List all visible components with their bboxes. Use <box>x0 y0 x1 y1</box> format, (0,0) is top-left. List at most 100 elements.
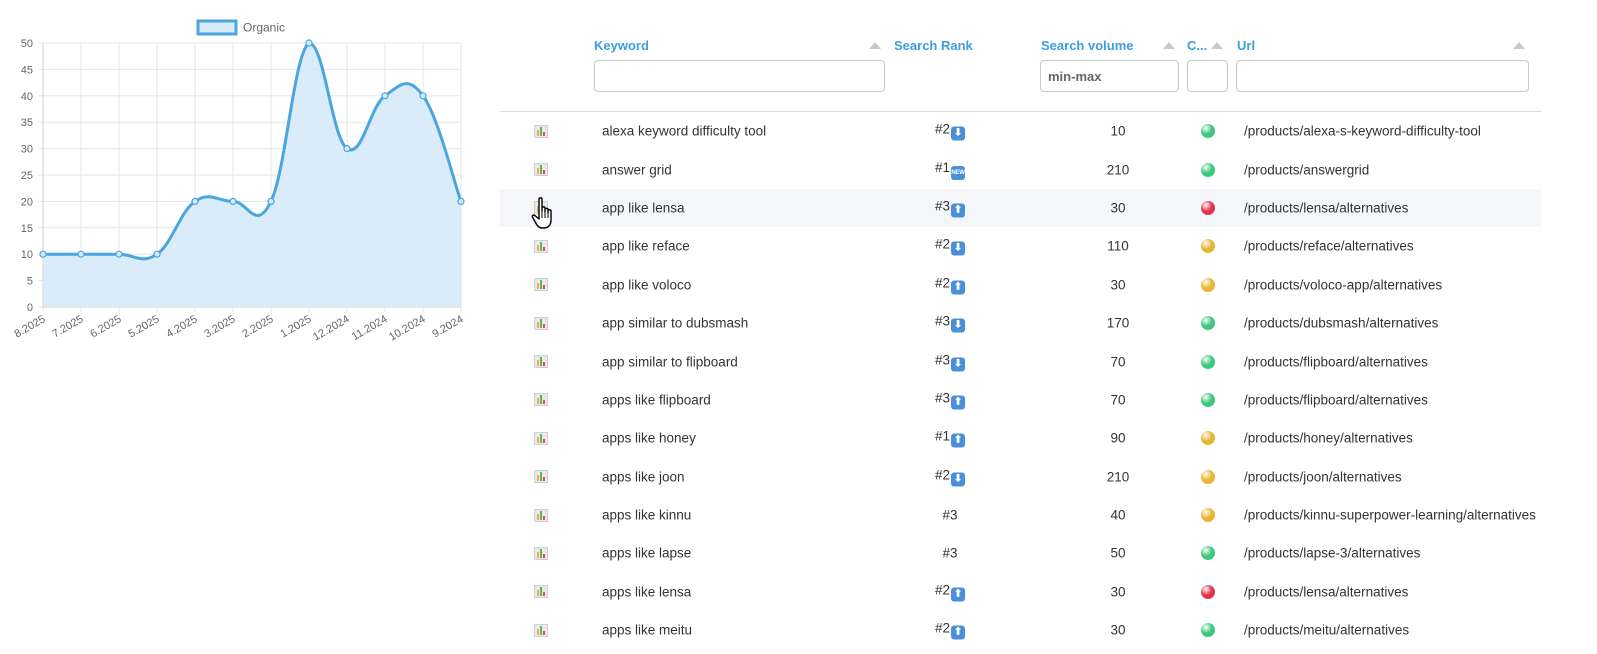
data-point <box>419 92 427 100</box>
data-point <box>343 145 351 153</box>
search-volume-cell: 30 <box>1110 200 1126 216</box>
keyword-cell: app like lensa <box>602 200 685 216</box>
data-point <box>229 197 237 205</box>
url-filter-input[interactable] <box>1236 60 1529 92</box>
table-row[interactable]: app like voloco #2 ⬆ 30/products/voloco-app… <box>500 266 1541 304</box>
header-search-volume[interactable]: Search volume <box>1041 38 1134 58</box>
search-volume-cell: 70 <box>1110 392 1126 408</box>
competition-status-icon <box>1201 546 1215 561</box>
sort-volume-icon[interactable] <box>1163 42 1175 49</box>
header-competition[interactable]: C... <box>1187 38 1207 58</box>
volume-filter-input[interactable] <box>1040 60 1179 92</box>
url-cell[interactable]: /products/answergrid <box>1244 162 1536 177</box>
competition-filter-input[interactable] <box>1187 60 1228 92</box>
bar-chart-icon[interactable] <box>534 623 548 637</box>
data-point <box>115 250 123 258</box>
y-tick-label: 50 <box>21 38 33 50</box>
url-cell[interactable]: /products/joon/alternatives <box>1244 469 1536 484</box>
table-row[interactable]: alexa keyword difficulty tool #2 ⬇ 10/produ… <box>500 112 1541 150</box>
keyword-filter-input[interactable] <box>594 60 885 92</box>
sort-url-icon[interactable] <box>1513 42 1525 49</box>
header-url[interactable]: Url <box>1237 38 1255 58</box>
table-row[interactable]: apps like lensa #2 ⬆ 30/products/lensa/alte… <box>500 573 1541 611</box>
table-row[interactable]: app similar to dubsmash #3 ⬇ 170/products/d… <box>500 304 1541 342</box>
trend-up-icon: ⬆ <box>951 587 966 602</box>
url-cell[interactable]: /products/honey/alternatives <box>1244 431 1536 446</box>
table-row[interactable]: answer grid #1NEW 210/products/answergrid <box>500 150 1541 188</box>
search-volume-cell: 170 <box>1106 315 1130 331</box>
trend-down-icon: ⬇ <box>951 472 966 487</box>
bar-chart-icon[interactable] <box>534 546 548 560</box>
bar-chart-icon[interactable] <box>534 431 548 445</box>
url-cell[interactable]: /products/lensa/alternatives <box>1244 200 1536 215</box>
competition-status-icon <box>1201 431 1215 446</box>
keyword-cell: apps like honey <box>602 430 696 446</box>
bar-chart-icon[interactable] <box>534 316 548 330</box>
url-cell[interactable]: /products/flipboard/alternatives <box>1244 354 1536 369</box>
table-row[interactable]: apps like kinnu #3 40/products/kinnu-super… <box>500 496 1541 534</box>
url-cell[interactable]: /products/dubsmash/alternatives <box>1244 316 1536 331</box>
rank-value: #3 <box>934 390 951 406</box>
table-row[interactable]: app like reface #2 ⬇ 110/products/reface/al… <box>500 227 1541 265</box>
rank-cell: #1NEW <box>900 160 1000 180</box>
bar-chart-icon[interactable] <box>534 163 548 177</box>
chart-canvas: 0 5 10 15 20 25 30 35 40 45 50 8.2025 7.2025 6.2025 5.… <box>12 19 466 343</box>
url-cell[interactable]: /products/meitu/alternatives <box>1244 623 1536 638</box>
keyword-cell: apps like flipboard <box>602 392 711 408</box>
bar-chart-icon[interactable] <box>534 585 548 599</box>
url-cell[interactable]: /products/kinnu-superpower-learning/alte… <box>1244 508 1536 523</box>
bar-chart-icon[interactable] <box>534 508 548 522</box>
keyword-cell: app similar to dubsmash <box>602 315 749 331</box>
trend-down-icon: ⬇ <box>951 126 966 141</box>
table-row[interactable]: app similar to flipboard #3 ⬇ 70/products/f… <box>500 342 1541 380</box>
competition-status-icon <box>1201 316 1215 331</box>
competition-status-icon <box>1201 354 1215 369</box>
rank-value: #2 <box>934 236 951 252</box>
keyword-cell: apps like joon <box>602 469 685 485</box>
url-cell[interactable]: /products/voloco-app/alternatives <box>1244 277 1536 292</box>
trend-down-icon: ⬇ <box>951 241 966 256</box>
x-tick-label: 6.2025 <box>88 313 123 340</box>
table-row[interactable]: apps like honey #1 ⬆ 90/products/honey/alte… <box>500 419 1541 457</box>
header-keyword[interactable]: Keyword <box>594 38 649 58</box>
keyword-cell: app like reface <box>602 238 690 254</box>
url-cell[interactable]: /products/flipboard/alternatives <box>1244 392 1536 407</box>
bar-chart-icon[interactable] <box>534 355 548 369</box>
rank-cell: #1 ⬆ <box>900 429 1000 448</box>
rank-cell: #3 <box>900 546 1000 561</box>
trend-up-icon: ⬆ <box>951 280 966 295</box>
keyword-cell: app similar to flipboard <box>602 354 738 370</box>
bar-chart-icon[interactable] <box>534 239 548 253</box>
table-row[interactable]: app like lensa #3 ⬆ 30/products/lensa/alter… <box>500 188 1541 228</box>
trend-down-icon: ⬇ <box>951 318 966 333</box>
competition-status-icon <box>1201 623 1215 638</box>
y-tick-label: 30 <box>21 144 33 156</box>
y-tick-label: 45 <box>21 64 33 76</box>
header-search-rank[interactable]: Search Rank <box>894 38 973 58</box>
table-row[interactable]: apps like lapse #3 50/products/lapse-3/alt… <box>500 534 1541 572</box>
search-volume-cell: 10 <box>1110 123 1126 139</box>
competition-status-icon <box>1201 239 1215 254</box>
rank-cell: #2 ⬆ <box>900 621 1000 640</box>
search-volume-cell: 30 <box>1110 622 1126 638</box>
url-cell[interactable]: /products/lapse-3/alternatives <box>1244 546 1536 561</box>
table-row[interactable]: apps like meitu #2 ⬆ 30/products/meitu/alte… <box>500 611 1541 649</box>
competition-status-icon <box>1201 200 1215 215</box>
competition-status-icon <box>1201 392 1215 407</box>
y-tick-label: 10 <box>21 249 33 261</box>
table-row[interactable]: apps like flipboard #3 ⬆ 70/products/flipbo… <box>500 381 1541 419</box>
bar-chart-icon[interactable] <box>534 201 548 215</box>
legend-label-organic: Organic <box>243 21 285 35</box>
table-row[interactable]: apps like joon #2 ⬇ 210/products/joon/alter… <box>500 458 1541 496</box>
url-cell[interactable]: /products/lensa/alternatives <box>1244 584 1536 599</box>
sort-keyword-icon[interactable] <box>869 42 881 49</box>
bar-chart-icon[interactable] <box>534 393 548 407</box>
url-cell[interactable]: /products/alexa-s-keyword-difficulty-too… <box>1244 124 1536 139</box>
rank-value: #2 <box>934 582 951 598</box>
bar-chart-icon[interactable] <box>534 470 548 484</box>
trend-up-icon: ⬆ <box>951 203 966 218</box>
bar-chart-icon[interactable] <box>534 124 548 138</box>
sort-competition-icon[interactable] <box>1211 42 1223 49</box>
bar-chart-icon[interactable] <box>534 278 548 292</box>
url-cell[interactable]: /products/reface/alternatives <box>1244 239 1536 254</box>
